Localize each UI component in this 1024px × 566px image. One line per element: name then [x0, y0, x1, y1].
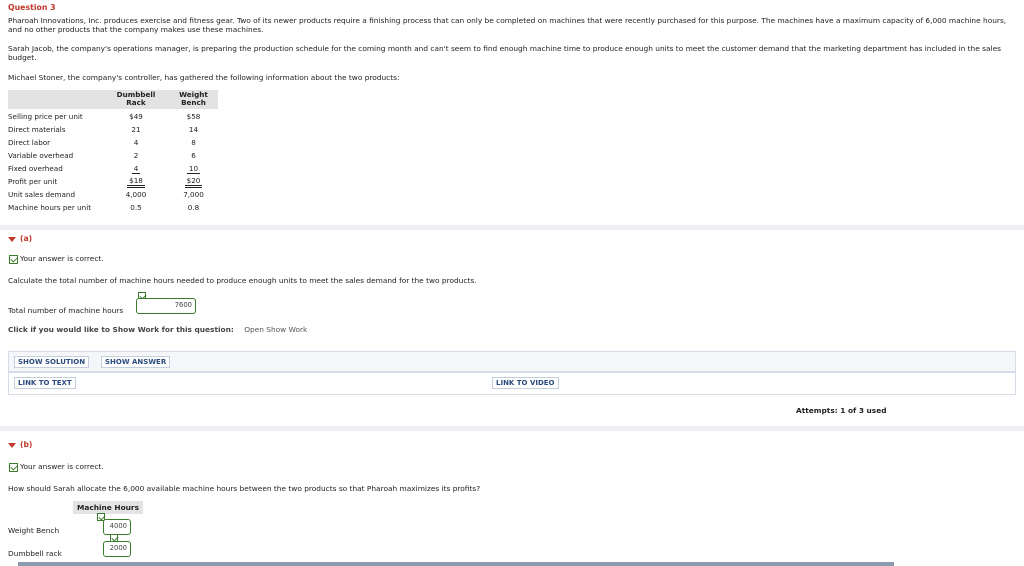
- table-row: Direct labor 4 8: [8, 136, 218, 149]
- cell-dumbbell: 4: [133, 138, 139, 147]
- cell-bench: $20: [184, 176, 203, 188]
- table-row: Selling price per unit $49 $58: [8, 109, 218, 123]
- open-show-work-link[interactable]: Open Show Work: [244, 325, 307, 334]
- header-line: Rack: [126, 98, 146, 107]
- table-row: Profit per unit $18 $20: [8, 175, 218, 188]
- checkmark-icon: [9, 254, 18, 264]
- collapse-triangle-icon: [8, 442, 16, 448]
- cell-dumbbell: 0.5: [130, 203, 142, 212]
- table-row: Fixed overhead 4 10: [8, 162, 218, 175]
- machine-hours-label: Total number of machine hours: [8, 306, 124, 315]
- row-label: Fixed overhead: [8, 164, 63, 173]
- table-row: Machine hours per unit 0.5 0.8: [8, 201, 218, 214]
- cell-dumbbell: $49: [129, 111, 143, 121]
- cell-bench-wrap: 10: [169, 162, 218, 175]
- question-para3: Michael Stoner, the company's controller…: [8, 73, 400, 82]
- row-label: Direct labor: [8, 138, 51, 147]
- correct-message: Your answer is correct.: [20, 462, 104, 471]
- cell-dumbbell: 4: [131, 163, 141, 174]
- cell-bench: 7,000: [183, 190, 204, 199]
- section-divider: [0, 225, 1024, 230]
- show-work-row: Click if you would like to Show Work for…: [8, 325, 307, 334]
- cell-dumbbell-wrap: 4: [103, 162, 169, 175]
- question-para2: Sarah Jacob, the company's operations ma…: [8, 44, 1001, 62]
- question-intro: Pharoah Innovations, Inc. produces exerc…: [8, 16, 1007, 34]
- cell-bench: 0.8: [187, 203, 200, 212]
- cell-bench: 8: [191, 138, 196, 147]
- attempts-counter: Attempts: 1 of 3 used: [796, 406, 887, 415]
- collapse-triangle-icon: [8, 236, 16, 242]
- part-b-label: (b): [20, 440, 33, 449]
- table-header-dumbbell: Dumbbell Rack: [103, 90, 169, 109]
- dumbbell-rack-label: Dumbbell rack: [8, 549, 62, 558]
- row-label: Selling price per unit: [8, 111, 83, 121]
- solution-button-bar: SHOW SOLUTION SHOW ANSWER: [8, 351, 1016, 372]
- cell-dumbbell-wrap: $18: [103, 175, 169, 188]
- part-b-prompt: How should Sarah allocate the 6,000 avai…: [8, 484, 481, 493]
- part-a-correct: Your answer is correct.: [9, 254, 104, 264]
- link-bar: LINK TO TEXT LINK TO VIDEO: [8, 372, 1016, 395]
- weight-bench-hours-input[interactable]: 4000: [103, 519, 131, 535]
- correct-message: Your answer is correct.: [20, 254, 104, 263]
- cell-dumbbell: 2: [133, 151, 139, 160]
- row-label: Machine hours per unit: [8, 203, 92, 212]
- table-row: Direct materials 21 14: [8, 123, 218, 136]
- cell-dumbbell: $18: [127, 176, 145, 188]
- question-title: Question 3: [8, 3, 56, 12]
- cell-dumbbell: 4,000: [125, 190, 147, 199]
- table-header-bench: Weight Bench: [168, 90, 218, 109]
- product-table: Dumbbell Rack Weight Bench Selling price…: [8, 90, 218, 214]
- dumbbell-rack-hours-input[interactable]: 2000: [103, 541, 131, 557]
- part-a-label: (a): [20, 234, 33, 243]
- table-row: Unit sales demand 4,000 7,000: [8, 188, 218, 201]
- show-work-label: Click if you would like to Show Work for…: [8, 325, 234, 334]
- table-header-row: Dumbbell Rack Weight Bench: [8, 90, 218, 109]
- machine-hours-header: Machine Hours: [73, 501, 143, 514]
- cell-bench: 14: [188, 125, 199, 134]
- part-a-prompt: Calculate the total number of machine ho…: [8, 276, 477, 285]
- part-b-correct: Your answer is correct.: [9, 462, 104, 472]
- cell-dumbbell: 21: [131, 125, 141, 134]
- link-to-video-button[interactable]: LINK TO VIDEO: [492, 377, 559, 389]
- part-a-toggle[interactable]: (a): [8, 234, 32, 243]
- part-b-toggle[interactable]: (b): [8, 440, 32, 449]
- link-to-text-button[interactable]: LINK TO TEXT: [14, 377, 76, 389]
- weight-bench-label: Weight Bench: [8, 526, 60, 535]
- row-label: Variable overhead: [8, 151, 74, 160]
- show-answer-button[interactable]: SHOW ANSWER: [101, 356, 171, 368]
- cell-bench: $58: [186, 111, 201, 121]
- table-row: Variable overhead 2 6: [8, 149, 218, 162]
- cell-bench: 6: [191, 151, 196, 160]
- checkmark-icon: [9, 462, 18, 472]
- horizontal-scrollbar[interactable]: [18, 562, 894, 566]
- machine-hours-input[interactable]: 7600: [136, 298, 196, 314]
- table-header-blank: [8, 90, 103, 109]
- row-label: Direct materials: [8, 125, 66, 134]
- section-divider: [0, 426, 1024, 431]
- row-label: Unit sales demand: [8, 190, 76, 199]
- cell-bench: 10: [186, 163, 201, 174]
- show-solution-button[interactable]: SHOW SOLUTION: [14, 356, 90, 368]
- header-line: Bench: [181, 98, 206, 107]
- row-label: Profit per unit: [8, 177, 58, 186]
- cell-bench-wrap: $20: [169, 175, 218, 188]
